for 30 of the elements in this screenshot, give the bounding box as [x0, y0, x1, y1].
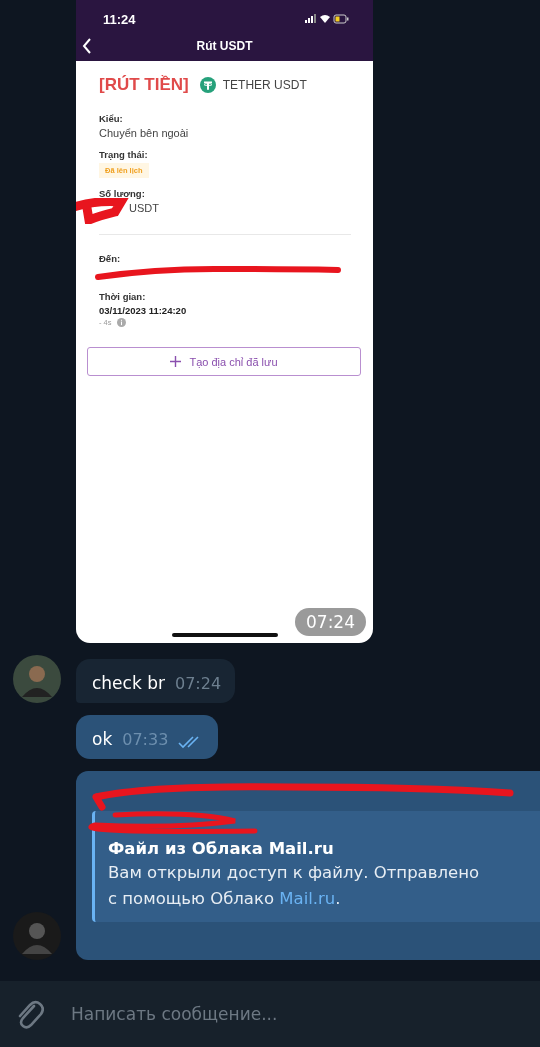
avatar[interactable] — [13, 655, 61, 703]
back-icon[interactable] — [82, 38, 92, 54]
tether-icon — [199, 77, 216, 93]
message-text: check br — [92, 673, 165, 693]
message-input[interactable]: Написать сообщение... — [71, 981, 540, 1047]
field-label: Trạng thái: — [99, 149, 148, 160]
preview-title: Файл из Облака Mail.ru — [108, 839, 335, 858]
screen-title: Rút USDT — [196, 39, 253, 53]
preview-link[interactable]: Mail.ru — [279, 889, 336, 908]
field-label: Số lượng: — [99, 188, 145, 199]
create-address-button[interactable]: Tạo địa chỉ đã lưu — [87, 347, 361, 376]
plus-icon — [170, 356, 182, 367]
status-icons — [305, 14, 349, 24]
avatar[interactable] — [13, 912, 61, 960]
field-label: Thời gian: — [99, 291, 146, 302]
field-label: Đến: — [99, 253, 121, 264]
message-time: 07:33 — [122, 730, 169, 749]
withdraw-heading: [RÚT TIỀN] — [99, 75, 189, 95]
message-time: 07:24 — [174, 674, 222, 693]
asset-name: TETHER USDT — [222, 78, 307, 92]
field-value: 03/11/2023 11:24:20 — [99, 305, 187, 316]
field-value: USDT — [128, 202, 159, 214]
message-time: 07:24 — [295, 608, 366, 636]
attach-button[interactable] — [0, 981, 71, 1047]
field-label: Kiểu: — [99, 113, 123, 124]
field-value: Chuyển bên ngoài — [99, 127, 189, 139]
message-text: ok — [92, 729, 113, 749]
info-icon[interactable] — [116, 318, 126, 327]
status-time: 11:24 — [103, 11, 136, 27]
preview-description: Вам открыли доступ к файлу. Отправлено с помощью Облако Mail.ru. — [108, 862, 481, 910]
